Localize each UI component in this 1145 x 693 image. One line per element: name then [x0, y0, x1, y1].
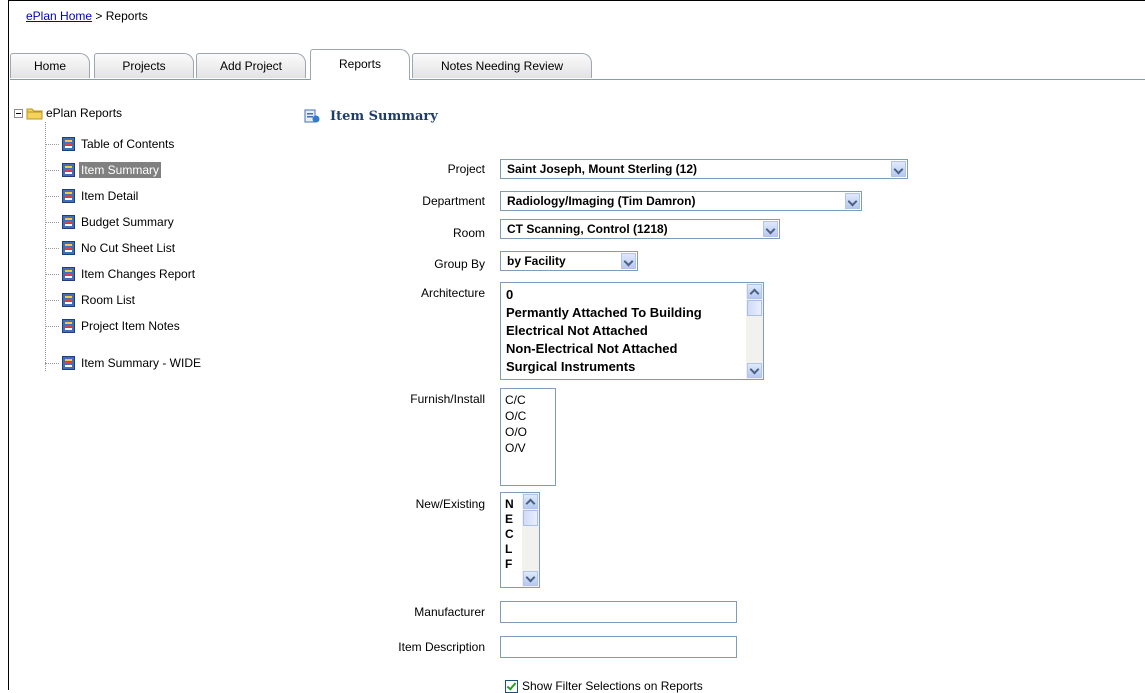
room-select[interactable]: CT Scanning, Control (1218) — [500, 219, 780, 239]
form-title: Item Summary — [304, 108, 438, 124]
tree-root-label: ePlan Reports — [46, 106, 123, 120]
tree-item-label: Item Detail — [81, 189, 139, 203]
tab-projects[interactable]: Projects — [94, 53, 194, 78]
scroll-thumb[interactable] — [523, 510, 538, 526]
new-existing-scrollbar[interactable] — [522, 493, 539, 587]
report-icon — [62, 137, 75, 151]
tree-item-table-of-contents[interactable]: Table of Contents — [45, 135, 176, 153]
tab-home[interactable]: Home — [10, 53, 90, 78]
project-label: Project — [447, 162, 485, 176]
tree-item-label: No Cut Sheet List — [81, 241, 176, 255]
tab-add-project[interactable]: Add Project — [196, 53, 306, 78]
chevron-down-icon[interactable] — [891, 161, 906, 177]
report-icon — [62, 163, 75, 177]
architecture-scrollbar[interactable] — [746, 283, 763, 379]
folder-icon — [26, 108, 43, 119]
tree-item-item-summary[interactable]: Item Summary — [45, 161, 162, 179]
report-icon — [304, 109, 320, 123]
chevron-down-icon[interactable] — [763, 221, 778, 237]
report-icon — [62, 356, 75, 370]
tree-item-item-detail[interactable]: Item Detail — [45, 187, 140, 205]
tree-item-label: Project Item Notes — [81, 319, 180, 333]
group-by-select[interactable]: by Facility — [500, 251, 638, 271]
list-item[interactable]: O/O — [505, 424, 555, 440]
tree-item-label: Item Summary — [79, 162, 162, 178]
group-by-label: Group By — [434, 257, 485, 271]
collapse-icon[interactable] — [14, 108, 23, 118]
tree-item-label: Budget Summary — [81, 215, 174, 229]
list-item[interactable]: Surgical Instruments — [506, 358, 763, 376]
project-select-value: Saint Joseph, Mount Sterling (12) — [507, 162, 698, 176]
tree-item-item-summary-wide[interactable]: Item Summary - WIDE — [45, 354, 203, 372]
breadcrumb: ePlan Home > Reports — [26, 9, 148, 23]
breadcrumb-separator: > — [95, 9, 103, 23]
list-item[interactable]: Electrical Not Attached — [506, 322, 763, 340]
manufacturer-label: Manufacturer — [414, 605, 485, 619]
tree-item-project-item-notes[interactable]: Project Item Notes — [45, 317, 182, 335]
tree-item-item-changes-report[interactable]: Item Changes Report — [45, 265, 197, 283]
manufacturer-field[interactable] — [500, 601, 737, 623]
tab-bar-divider — [10, 79, 1145, 80]
list-item[interactable]: O/C — [505, 408, 555, 424]
room-select-value: CT Scanning, Control (1218) — [507, 222, 668, 236]
chevron-down-icon[interactable] — [845, 193, 860, 209]
breadcrumb-current: Reports — [105, 9, 148, 23]
architecture-listbox[interactable]: 0 Permantly Attached To Building Electri… — [500, 282, 764, 380]
report-icon — [62, 293, 75, 307]
show-filter-label: Show Filter Selections on Reports — [522, 679, 703, 693]
tree-item-room-list[interactable]: Room List — [45, 291, 137, 309]
report-icon — [62, 241, 75, 255]
tree-item-label: Item Summary - WIDE — [81, 356, 202, 370]
show-filter-option[interactable]: Show Filter Selections on Reports — [505, 679, 703, 693]
furnish-install-label: Furnish/Install — [410, 392, 485, 406]
tree-item-budget-summary[interactable]: Budget Summary — [45, 213, 176, 231]
department-label: Department — [422, 194, 485, 208]
architecture-label: Architecture — [420, 286, 485, 300]
report-icon — [62, 215, 75, 229]
tree-item-no-cut-sheet-list[interactable]: No Cut Sheet List — [45, 239, 177, 257]
department-select[interactable]: Radiology/Imaging (Tim Damron) — [500, 191, 862, 211]
form-title-text: Item Summary — [330, 108, 438, 124]
list-item[interactable]: O/V — [505, 440, 555, 456]
report-icon — [62, 319, 75, 333]
tree-item-label: Room List — [81, 293, 136, 307]
tab-reports[interactable]: Reports — [310, 49, 410, 80]
tree-root[interactable]: ePlan Reports — [14, 106, 122, 120]
list-item[interactable]: Permantly Attached To Building — [506, 304, 763, 322]
furnish-install-listbox[interactable]: C/C O/C O/O O/V — [500, 388, 556, 486]
group-by-select-value: by Facility — [507, 254, 566, 268]
list-item[interactable]: C/C — [505, 392, 555, 408]
department-select-value: Radiology/Imaging (Tim Damron) — [507, 194, 696, 208]
scroll-up-icon[interactable] — [523, 494, 538, 509]
room-label: Room — [452, 226, 485, 240]
list-item[interactable]: Non-Electrical Not Attached — [506, 340, 763, 358]
tab-bar: Home Projects Add Project Reports Notes … — [10, 49, 1145, 80]
scroll-down-icon[interactable] — [523, 571, 538, 586]
breadcrumb-home-link[interactable]: ePlan Home — [26, 9, 92, 23]
item-description-label: Item Description — [398, 640, 485, 654]
report-icon — [62, 189, 75, 203]
scroll-down-icon[interactable] — [747, 363, 762, 378]
new-existing-label: New/Existing — [415, 497, 485, 511]
show-filter-checkbox[interactable] — [505, 679, 518, 693]
scroll-thumb[interactable] — [747, 300, 762, 316]
project-select[interactable]: Saint Joseph, Mount Sterling (12) — [500, 159, 908, 179]
scroll-up-icon[interactable] — [747, 284, 762, 299]
chevron-down-icon[interactable] — [621, 253, 636, 269]
item-description-field[interactable] — [500, 636, 737, 658]
tree-item-label: Item Changes Report — [81, 267, 196, 281]
report-icon — [62, 267, 75, 281]
new-existing-listbox[interactable]: N E C L F — [500, 492, 540, 588]
tab-notes-needing-review[interactable]: Notes Needing Review — [412, 53, 592, 78]
list-item[interactable]: 0 — [506, 286, 763, 304]
tree-item-label: Table of Contents — [81, 137, 175, 151]
